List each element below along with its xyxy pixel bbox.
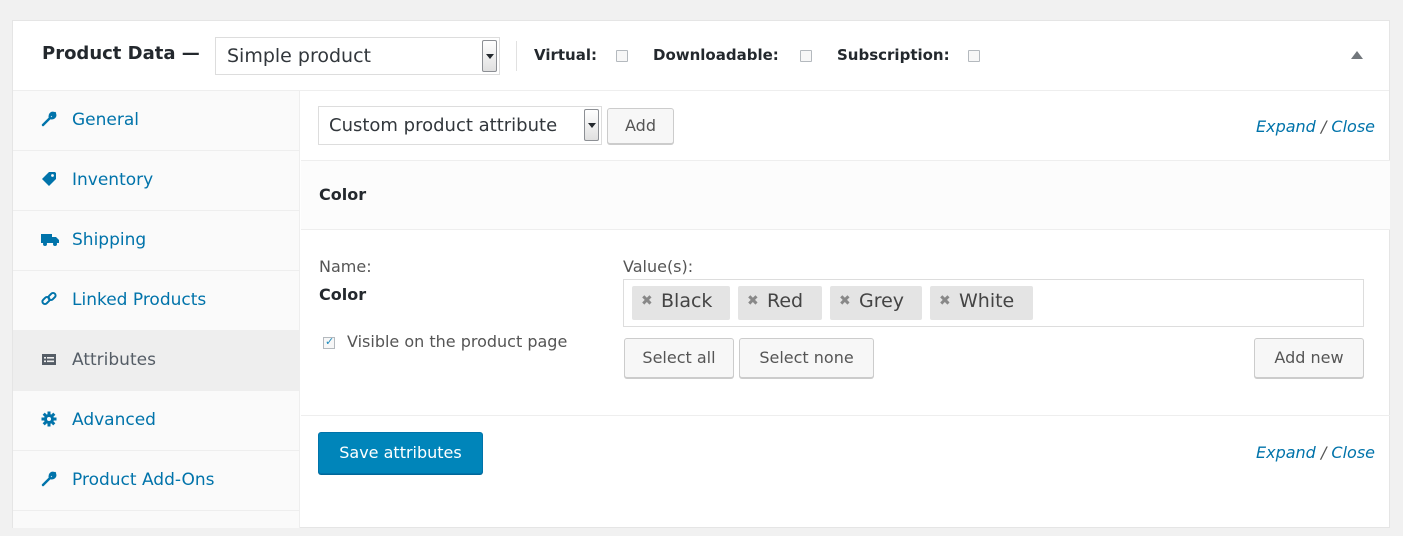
tab-attributes[interactable]: Attributes <box>13 331 299 391</box>
attribute-body-divider <box>301 415 1390 416</box>
tab-advanced[interactable]: Advanced <box>13 391 299 451</box>
tab-general-label: General <box>72 110 139 130</box>
chevron-down-icon[interactable] <box>482 40 497 72</box>
visible-on-product-page-label: Visible on the product page <box>347 332 568 351</box>
expand-close-links-bottom: Expand / Close <box>1256 443 1375 462</box>
value-token-black[interactable]: ✖ Black <box>632 286 730 320</box>
values-label: Value(s): <box>623 257 694 276</box>
name-label: Name: <box>319 257 372 276</box>
attribute-values-field[interactable]: ✖ Black ✖ Red ✖ Grey ✖ White <box>623 279 1364 327</box>
close-link[interactable]: Close <box>1331 443 1375 462</box>
truck-icon <box>41 231 59 247</box>
attribute-row-header[interactable]: Color <box>301 161 1390 229</box>
tab-shipping[interactable]: Shipping <box>13 211 299 271</box>
attribute-title: Color <box>319 185 367 204</box>
add-attribute-button[interactable]: Add <box>607 108 674 144</box>
list-icon <box>41 351 57 367</box>
virtual-checkbox[interactable] <box>616 50 628 62</box>
close-link[interactable]: Close <box>1331 117 1375 136</box>
expand-close-links-top: Expand / Close <box>1256 117 1375 136</box>
tab-linked-products-label: Linked Products <box>72 290 207 310</box>
product-data-panel: Product Data — Simple product Virtual: D… <box>12 20 1390 528</box>
chevron-down-icon[interactable] <box>584 109 599 141</box>
attribute-name-value: Color <box>319 285 367 304</box>
subscription-label: Subscription: <box>837 46 950 64</box>
tab-advanced-label: Advanced <box>72 410 156 430</box>
link-icon <box>41 291 57 307</box>
select-none-button[interactable]: Select none <box>739 338 874 378</box>
attribute-taxonomy-value: Custom product attribute <box>329 115 558 136</box>
tab-shipping-label: Shipping <box>72 230 147 250</box>
tab-inventory-label: Inventory <box>72 170 154 190</box>
value-token-label: White <box>959 290 1015 312</box>
product-type-select[interactable]: Simple product <box>215 37 500 75</box>
gear-icon <box>41 411 57 427</box>
tab-attributes-label: Attributes <box>72 350 156 370</box>
value-token-white[interactable]: ✖ White <box>930 286 1033 320</box>
tab-inventory[interactable]: Inventory <box>13 151 299 211</box>
product-type-value: Simple product <box>227 45 371 67</box>
expand-link[interactable]: Expand <box>1256 117 1316 136</box>
header-divider <box>516 41 517 71</box>
link-separator: / <box>1320 117 1327 136</box>
product-data-title: Product Data — <box>42 43 200 64</box>
tab-linked-products[interactable]: Linked Products <box>13 271 299 331</box>
value-token-red[interactable]: ✖ Red <box>738 286 822 320</box>
select-all-button[interactable]: Select all <box>624 338 734 378</box>
add-new-value-button[interactable]: Add new <box>1254 338 1364 378</box>
tag-icon <box>41 171 57 187</box>
downloadable-checkbox[interactable] <box>800 50 812 62</box>
collapse-toggle-icon[interactable] <box>1351 51 1363 59</box>
wrench-icon <box>41 111 57 127</box>
remove-icon[interactable]: ✖ <box>939 293 951 309</box>
visible-on-product-page-checkbox[interactable] <box>323 335 335 349</box>
tab-product-add-ons[interactable]: Product Add-Ons <box>13 451 299 511</box>
wrench-icon <box>41 471 57 487</box>
remove-icon[interactable]: ✖ <box>747 293 759 309</box>
remove-icon[interactable]: ✖ <box>641 293 653 309</box>
remove-icon[interactable]: ✖ <box>839 293 851 309</box>
save-attributes-button[interactable]: Save attributes <box>318 432 483 474</box>
downloadable-label: Downloadable: <box>653 46 779 64</box>
tab-product-add-ons-label: Product Add-Ons <box>72 470 215 490</box>
attribute-taxonomy-select[interactable]: Custom product attribute <box>318 106 602 145</box>
tab-general[interactable]: General <box>13 91 299 151</box>
link-separator: / <box>1320 443 1327 462</box>
value-token-label: Black <box>661 290 713 312</box>
value-token-grey[interactable]: ✖ Grey <box>830 286 922 320</box>
product-data-tabs: General Inventory Shipping Linked Produc… <box>13 91 300 528</box>
expand-link[interactable]: Expand <box>1256 443 1316 462</box>
value-token-label: Grey <box>859 290 905 312</box>
attribute-header-divider <box>301 229 1390 230</box>
virtual-label: Virtual: <box>534 46 597 64</box>
subscription-checkbox[interactable] <box>968 50 980 62</box>
value-token-label: Red <box>767 290 804 312</box>
product-data-header: Product Data — Simple product Virtual: D… <box>13 21 1389 91</box>
